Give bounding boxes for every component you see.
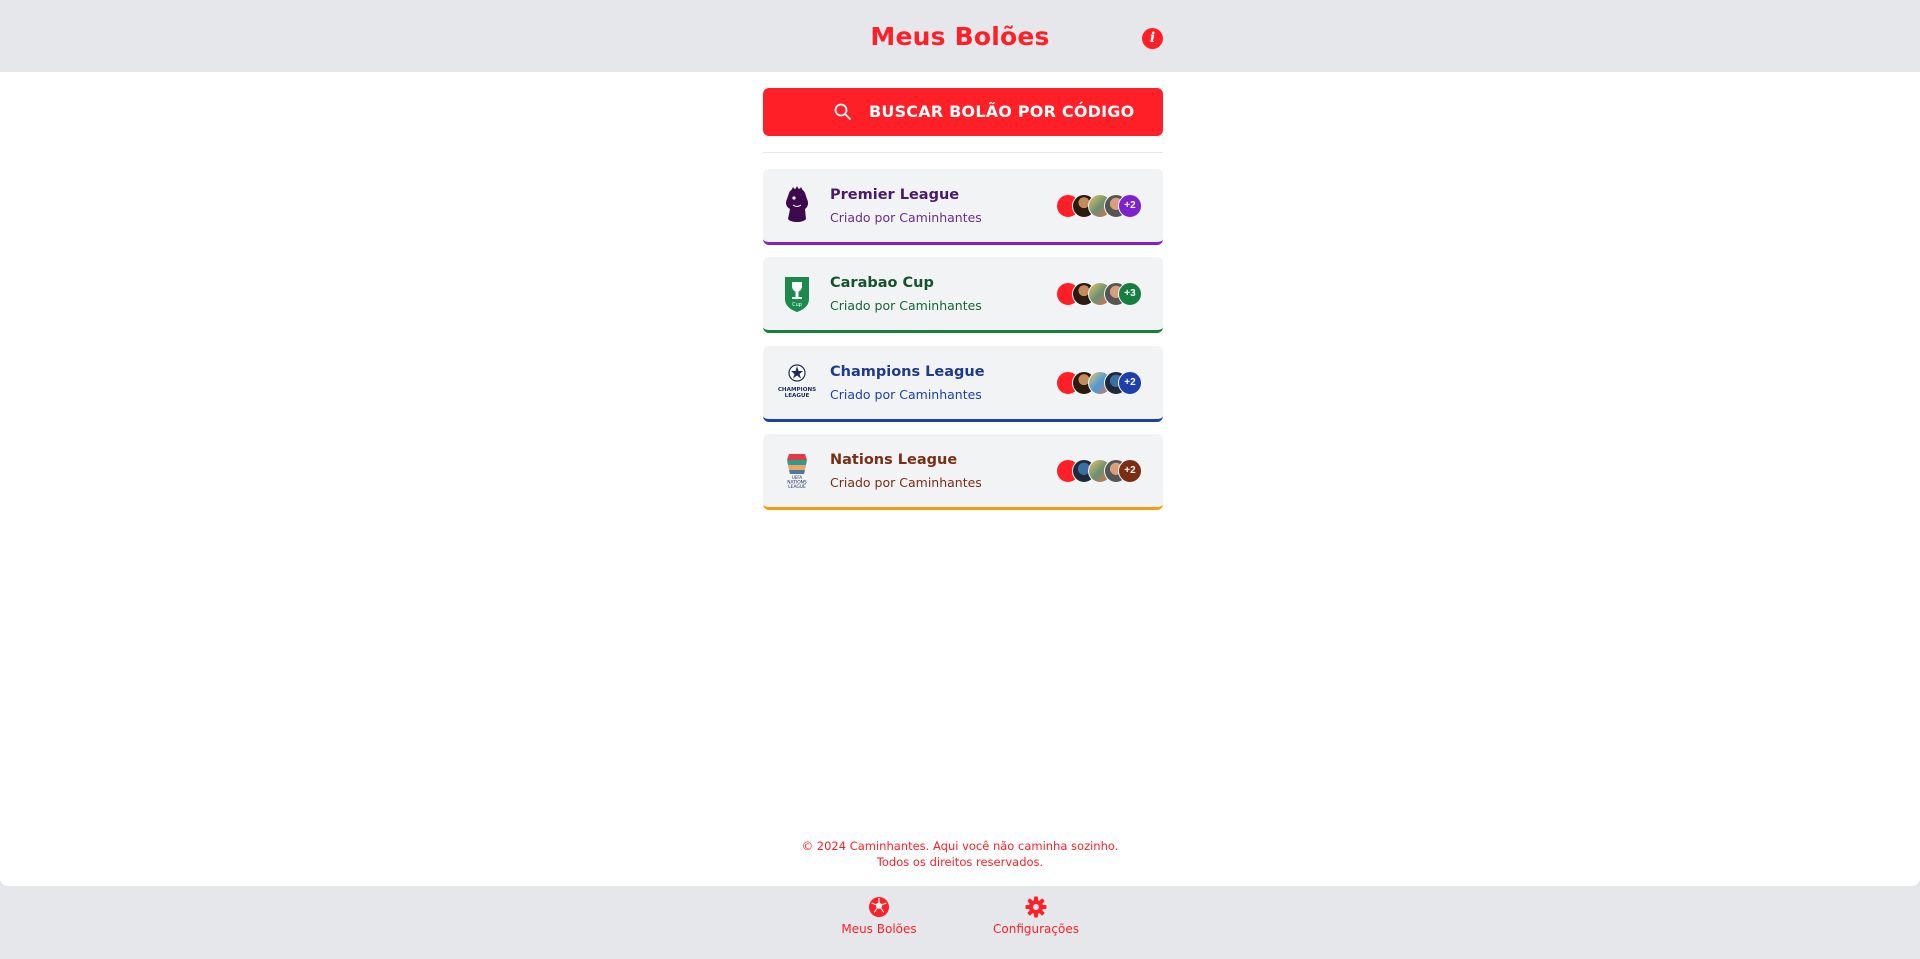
- svg-text:Cup: Cup: [792, 302, 802, 308]
- pool-creator: Criado por Caminhantes: [830, 387, 982, 402]
- champions-league-logo: CHAMPIONS LEAGUE: [778, 364, 816, 399]
- search-icon: [834, 103, 851, 120]
- member-avatars: +2: [1056, 194, 1156, 218]
- pool-name: Nations League: [830, 452, 958, 468]
- more-members-badge: +2: [1118, 459, 1142, 483]
- info-icon[interactable]: i: [1142, 28, 1163, 49]
- member-avatars: +3: [1056, 282, 1156, 306]
- svg-text:LEAGUE: LEAGUE: [785, 393, 810, 399]
- pool-card-nations-league[interactable]: UEFA NATIONS LEAGUE Nations League Criad…: [763, 434, 1163, 510]
- svg-text:UEFA: UEFA: [792, 475, 802, 480]
- premier-league-logo: [786, 186, 809, 222]
- main-content: BUSCAR BOLÃO POR CÓDIGO Premier League C…: [0, 72, 1920, 886]
- pool-name: Premier League: [830, 187, 960, 203]
- gear-icon: [1025, 896, 1047, 918]
- svg-text:LEAGUE: LEAGUE: [788, 484, 806, 490]
- search-button-label: BUSCAR BOLÃO POR CÓDIGO: [869, 102, 1135, 121]
- member-avatars: +2: [1056, 371, 1156, 395]
- more-members-badge: +2: [1118, 371, 1142, 395]
- rights-line: Todos os direitos reservados.: [876, 855, 1044, 869]
- nations-league-logo: UEFA NATIONS LEAGUE: [787, 454, 807, 490]
- nav-label: Configurações: [993, 922, 1079, 936]
- bottom-navigation: Meus Bolões Configurações: [0, 886, 1920, 959]
- carabao-cup-logo: Cup: [785, 277, 809, 312]
- pool-creator: Criado por Caminhantes: [830, 298, 982, 313]
- more-members-badge: +2: [1118, 194, 1142, 218]
- pool-creator: Criado por Caminhantes: [830, 475, 982, 490]
- search-pool-by-code-button[interactable]: BUSCAR BOLÃO POR CÓDIGO: [763, 88, 1163, 136]
- soccer-ball-icon: [869, 897, 889, 917]
- page-title: Meus Bolões: [870, 22, 1050, 51]
- pool-creator: Criado por Caminhantes: [830, 210, 982, 225]
- pool-card-champions-league[interactable]: CHAMPIONS LEAGUE Champions League Criado…: [763, 346, 1163, 422]
- pool-name: Champions League: [830, 364, 985, 380]
- member-avatars: +2: [1056, 459, 1156, 483]
- copyright-text: © 2024 Caminhantes. Aqui você não caminh…: [0, 838, 1920, 870]
- copyright-line: © 2024 Caminhantes. Aqui você não caminh…: [801, 839, 1119, 853]
- more-members-badge: +3: [1118, 282, 1142, 306]
- app-header: Meus Bolões i: [0, 0, 1920, 72]
- divider: [763, 152, 1163, 153]
- nav-label: Meus Bolões: [841, 922, 917, 936]
- pool-card-carabao-cup[interactable]: Cup Carabao Cup Criado por Caminhantes +…: [763, 257, 1163, 333]
- nav-item-configuracoes[interactable]: Configurações: [971, 896, 1101, 936]
- pool-card-premier-league[interactable]: Premier League Criado por Caminhantes +2: [763, 169, 1163, 245]
- pool-name: Carabao Cup: [830, 275, 934, 291]
- nav-item-meus-boloes[interactable]: Meus Bolões: [814, 896, 944, 936]
